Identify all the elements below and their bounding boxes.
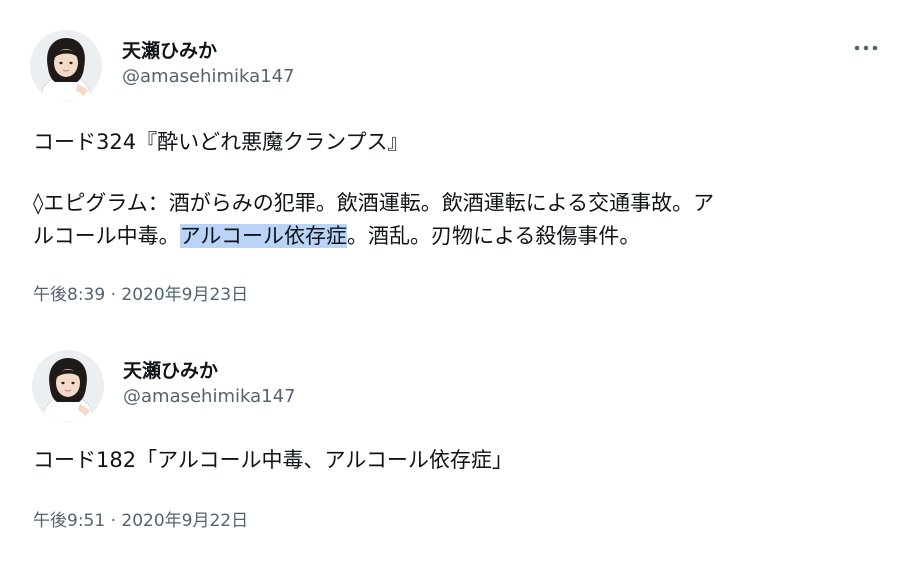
tweet-text-segment: ルコール中毒。 <box>33 224 180 248</box>
tweet: 天瀬ひみか @amasehimika147 コード182「アルコール中毒、アルコ… <box>0 330 902 568</box>
author-handle[interactable]: @amasehimika147 <box>122 66 295 87</box>
avatar[interactable] <box>32 350 104 422</box>
avatar-image <box>32 350 104 422</box>
tweet-text-line: ◊エピグラム：酒がらみの犯罪。飲酒運転。飲酒運転による交通事故。ア <box>33 191 715 215</box>
tweet-text-line: コード182「アルコール中毒、アルコール依存症」 <box>33 448 513 472</box>
tweet-timestamp[interactable]: 午後8:39 · 2020年9月23日 <box>33 280 248 305</box>
tweet: 天瀬ひみか @amasehimika147 コード324『酔いどれ悪魔クランプス… <box>0 0 902 330</box>
tweet-text-segment: 。酒乱。刃物による殺傷事件。 <box>346 224 641 248</box>
tweet-text-line: ルコール中毒。アルコール依存症。酒乱。刃物による殺傷事件。 <box>33 219 640 253</box>
author-display-name[interactable]: 天瀬ひみか <box>123 356 218 383</box>
tweet-timestamp[interactable]: 午後9:51 · 2020年9月22日 <box>33 506 248 531</box>
author-handle[interactable]: @amasehimika147 <box>123 386 296 407</box>
more-horizontal-icon <box>854 45 878 51</box>
more-options-button[interactable] <box>848 36 884 60</box>
avatar[interactable] <box>30 30 102 102</box>
author-display-name[interactable]: 天瀬ひみか <box>122 36 217 63</box>
avatar-image <box>30 30 102 102</box>
tweet-text-line: コード324『酔いどれ悪魔クランプス』 <box>33 130 409 154</box>
selected-text: アルコール依存症 <box>179 224 347 248</box>
